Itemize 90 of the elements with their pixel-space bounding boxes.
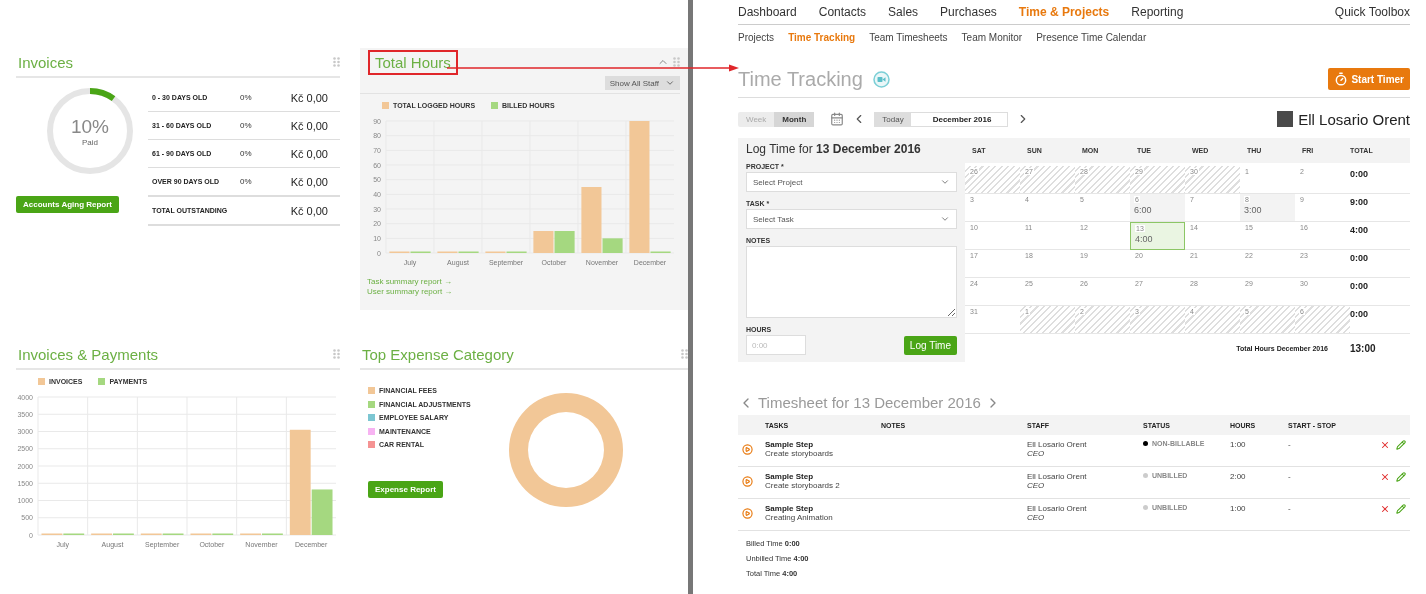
- subnav-item[interactable]: Team Timesheets: [869, 32, 948, 48]
- quick-toolbox-link[interactable]: Quick Toolbox: [1334, 5, 1410, 19]
- week-total: 0:00: [1350, 250, 1410, 278]
- nav-item[interactable]: Dashboard: [738, 5, 797, 19]
- subtask-name: Creating Animation: [765, 513, 834, 522]
- paid-percent: 10%: [71, 115, 109, 138]
- page-title: Time Tracking: [738, 67, 863, 91]
- caret-icon: [940, 177, 950, 187]
- hours-value: 2:00: [1230, 472, 1247, 481]
- nav-item[interactable]: Sales: [888, 5, 919, 19]
- edit-icon[interactable]: [1396, 504, 1406, 514]
- aging-amount: Kč 0,00: [290, 119, 329, 132]
- staff-name: Ell Losario Orent: [1027, 504, 1088, 513]
- staff-role: CEO: [1027, 449, 1046, 458]
- video-camera-icon[interactable]: [872, 70, 890, 88]
- staff-role: CEO: [1027, 513, 1046, 522]
- week-total: 0:00: [1350, 306, 1410, 334]
- month-total: 13:00: [1350, 342, 1377, 354]
- aging-amount: Kč 0,00: [290, 91, 329, 104]
- report-link[interactable]: Task summary report →: [360, 277, 680, 287]
- week-total: 0:00: [1350, 166, 1410, 194]
- start-stop-value: -: [1288, 472, 1292, 481]
- form-title: Log Time for 13 December 2016: [746, 142, 922, 156]
- staff-name: Ell Losario Orent: [1027, 440, 1088, 449]
- nav-item[interactable]: Purchases: [940, 5, 997, 19]
- drag-handle-icon[interactable]: [681, 349, 688, 359]
- subtask-name: Create storyboards: [765, 449, 835, 458]
- play-icon[interactable]: [742, 476, 753, 487]
- week-total: 0:00: [1350, 278, 1410, 306]
- bar: [554, 231, 575, 253]
- calendar-icon[interactable]: [830, 112, 845, 126]
- notes-field[interactable]: [746, 246, 957, 318]
- paid-caption: Paid: [82, 137, 98, 147]
- task-select[interactable]: Select Task: [746, 209, 957, 229]
- subtask-name: Create storyboards 2: [765, 481, 841, 490]
- subnav-item[interactable]: Time Tracking: [788, 32, 856, 48]
- staff-name: Ell Losario Orent: [1027, 472, 1088, 481]
- delete-icon[interactable]: [1380, 440, 1390, 450]
- nav-item[interactable]: Contacts: [818, 5, 867, 19]
- task-name: Sample Step: [765, 472, 814, 481]
- nav-item[interactable]: Reporting: [1131, 5, 1184, 19]
- play-icon[interactable]: [742, 444, 753, 455]
- card-title: Invoices: [17, 52, 75, 73]
- aging-amount: Kč 0,00: [290, 147, 329, 160]
- view-tab[interactable]: Week: [738, 111, 775, 127]
- aging-amount: Kč 0,00: [290, 204, 329, 217]
- subnav-item[interactable]: Team Monitor: [961, 32, 1023, 48]
- start-timer-button[interactable]: Start Timer: [1328, 68, 1410, 90]
- hours-value: 1:00: [1230, 504, 1247, 513]
- start-stop-value: -: [1288, 504, 1292, 513]
- task-name: Sample Step: [765, 440, 814, 449]
- edit-icon[interactable]: [1396, 440, 1406, 450]
- week-total: 4:00: [1350, 222, 1410, 250]
- drag-handle-icon[interactable]: [673, 57, 680, 67]
- bar: [533, 231, 554, 253]
- task-name: Sample Step: [765, 504, 814, 513]
- card-title: Top Expense Category: [361, 344, 515, 365]
- user-name: Ell Losario Orent: [1298, 110, 1410, 128]
- edit-icon[interactable]: [1396, 472, 1406, 482]
- subnav-item[interactable]: Projects: [738, 32, 775, 48]
- nav-item[interactable]: Time & Projects: [1018, 5, 1110, 19]
- delete-icon[interactable]: [1380, 472, 1390, 482]
- card-title: Invoices & Payments: [17, 344, 160, 365]
- aging-percent: 0%: [240, 121, 253, 130]
- drag-handle-icon[interactable]: [333, 57, 340, 67]
- drag-handle-icon[interactable]: [333, 349, 340, 359]
- report-link[interactable]: User summary report →: [360, 287, 680, 297]
- hours-value: 1:00: [1230, 440, 1247, 449]
- timesheet-title: Timesheet for 13 December 2016: [758, 394, 981, 411]
- caret-icon: [665, 78, 675, 88]
- aging-report-button[interactable]: Accounts Aging Report: [16, 196, 120, 213]
- stopwatch-icon: [1334, 72, 1349, 86]
- week-total: 9:00: [1350, 194, 1410, 222]
- card-title: Total Hours: [368, 49, 458, 75]
- staff-dropdown[interactable]: Show All Staff: [604, 76, 680, 90]
- aging-percent: 0%: [240, 93, 253, 102]
- avatar-placeholder: [1277, 111, 1294, 127]
- aging-percent: 0%: [240, 177, 253, 186]
- project-select[interactable]: Select Project: [746, 172, 957, 192]
- view-tab[interactable]: Month: [774, 111, 815, 127]
- play-icon[interactable]: [742, 508, 753, 519]
- expense-report-button[interactable]: Expense Report: [368, 480, 443, 498]
- log-time-button[interactable]: Log Time: [903, 336, 957, 355]
- staff-role: CEO: [1027, 481, 1046, 490]
- subnav-item[interactable]: Presence Time Calendar: [1036, 32, 1147, 48]
- caret-icon: [940, 214, 950, 224]
- delete-icon[interactable]: [1380, 504, 1390, 514]
- start-stop-value: -: [1288, 440, 1292, 449]
- aging-percent: 0%: [240, 149, 253, 158]
- aging-amount: Kč 0,00: [290, 175, 329, 188]
